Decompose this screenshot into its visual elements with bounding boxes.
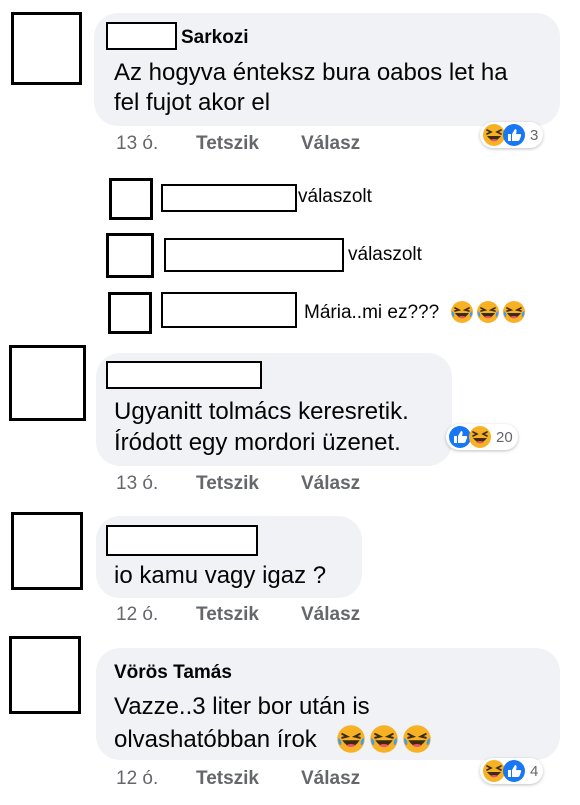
redacted-name-box xyxy=(106,361,262,389)
redacted-name-box xyxy=(161,184,297,212)
emoji-group xyxy=(450,300,526,324)
laugh-emoji-icon xyxy=(336,724,366,754)
comment-timestamp[interactable]: 13 ó. xyxy=(116,473,158,495)
haha-reaction-icon xyxy=(468,425,492,449)
emoji-group xyxy=(336,724,432,754)
comment-text-line: fel fujot akor el xyxy=(114,89,271,116)
reply-avatar[interactable] xyxy=(108,292,152,334)
comment-author[interactable]: Sarkozi xyxy=(181,27,249,49)
comment-timestamp[interactable]: 12 ó. xyxy=(116,604,158,626)
reaction-count: 4 xyxy=(530,762,539,780)
comment-text-line: olvashatóbban írok xyxy=(114,726,317,753)
redacted-name-box xyxy=(106,22,177,50)
laugh-emoji-icon xyxy=(502,300,526,324)
like-reaction-icon xyxy=(503,124,525,146)
comment-text-line: Ugyanitt tolmács keresretik. xyxy=(114,398,409,425)
like-button[interactable]: Tetszik xyxy=(196,604,259,626)
like-button[interactable]: Tetszik xyxy=(196,473,259,495)
laugh-emoji-icon xyxy=(369,724,399,754)
reply-button[interactable]: Válasz xyxy=(301,768,360,790)
like-button[interactable]: Tetszik xyxy=(196,768,259,790)
like-reaction-icon xyxy=(503,760,525,782)
reply-summary-text[interactable]: Mária..mi ez??? xyxy=(304,302,439,324)
comment-author[interactable]: Vörös Tamás xyxy=(114,662,232,684)
laugh-emoji-icon xyxy=(450,300,474,324)
reply-summary-text[interactable]: válaszolt xyxy=(298,186,372,208)
reaction-summary[interactable]: 3 xyxy=(480,122,544,148)
redacted-name-box xyxy=(161,292,297,328)
reaction-summary[interactable]: 4 xyxy=(480,758,544,784)
reply-button[interactable]: Válasz xyxy=(301,604,360,626)
laugh-emoji-icon xyxy=(402,724,432,754)
reaction-summary[interactable]: 20 xyxy=(446,424,518,450)
avatar[interactable] xyxy=(11,512,83,590)
reply-summary-text[interactable]: válaszolt xyxy=(348,244,422,266)
comment-text-line: Íródott egy mordori üzenet. xyxy=(114,429,401,456)
reply-avatar[interactable] xyxy=(109,178,153,220)
comment-text-line: Vazze..3 liter bor után is xyxy=(114,693,370,720)
like-button[interactable]: Tetszik xyxy=(196,133,259,155)
comment-timestamp[interactable]: 13 ó. xyxy=(116,133,158,155)
comment-timestamp[interactable]: 12 ó. xyxy=(116,768,158,790)
laugh-emoji-icon xyxy=(476,300,500,324)
reply-avatar[interactable] xyxy=(106,233,154,278)
comment-text-line: Az hogyva énteksz bura oabos let ha xyxy=(114,59,508,86)
reaction-count: 3 xyxy=(530,126,539,144)
avatar[interactable] xyxy=(9,636,81,714)
reply-button[interactable]: Válasz xyxy=(301,473,360,495)
reply-button[interactable]: Válasz xyxy=(301,133,360,155)
reaction-count: 20 xyxy=(496,428,513,446)
redacted-name-box xyxy=(106,525,258,556)
avatar[interactable] xyxy=(11,12,82,85)
comment-text-line: io kamu vagy igaz ? xyxy=(114,562,327,589)
avatar[interactable] xyxy=(9,345,86,421)
redacted-name-box xyxy=(164,238,344,272)
